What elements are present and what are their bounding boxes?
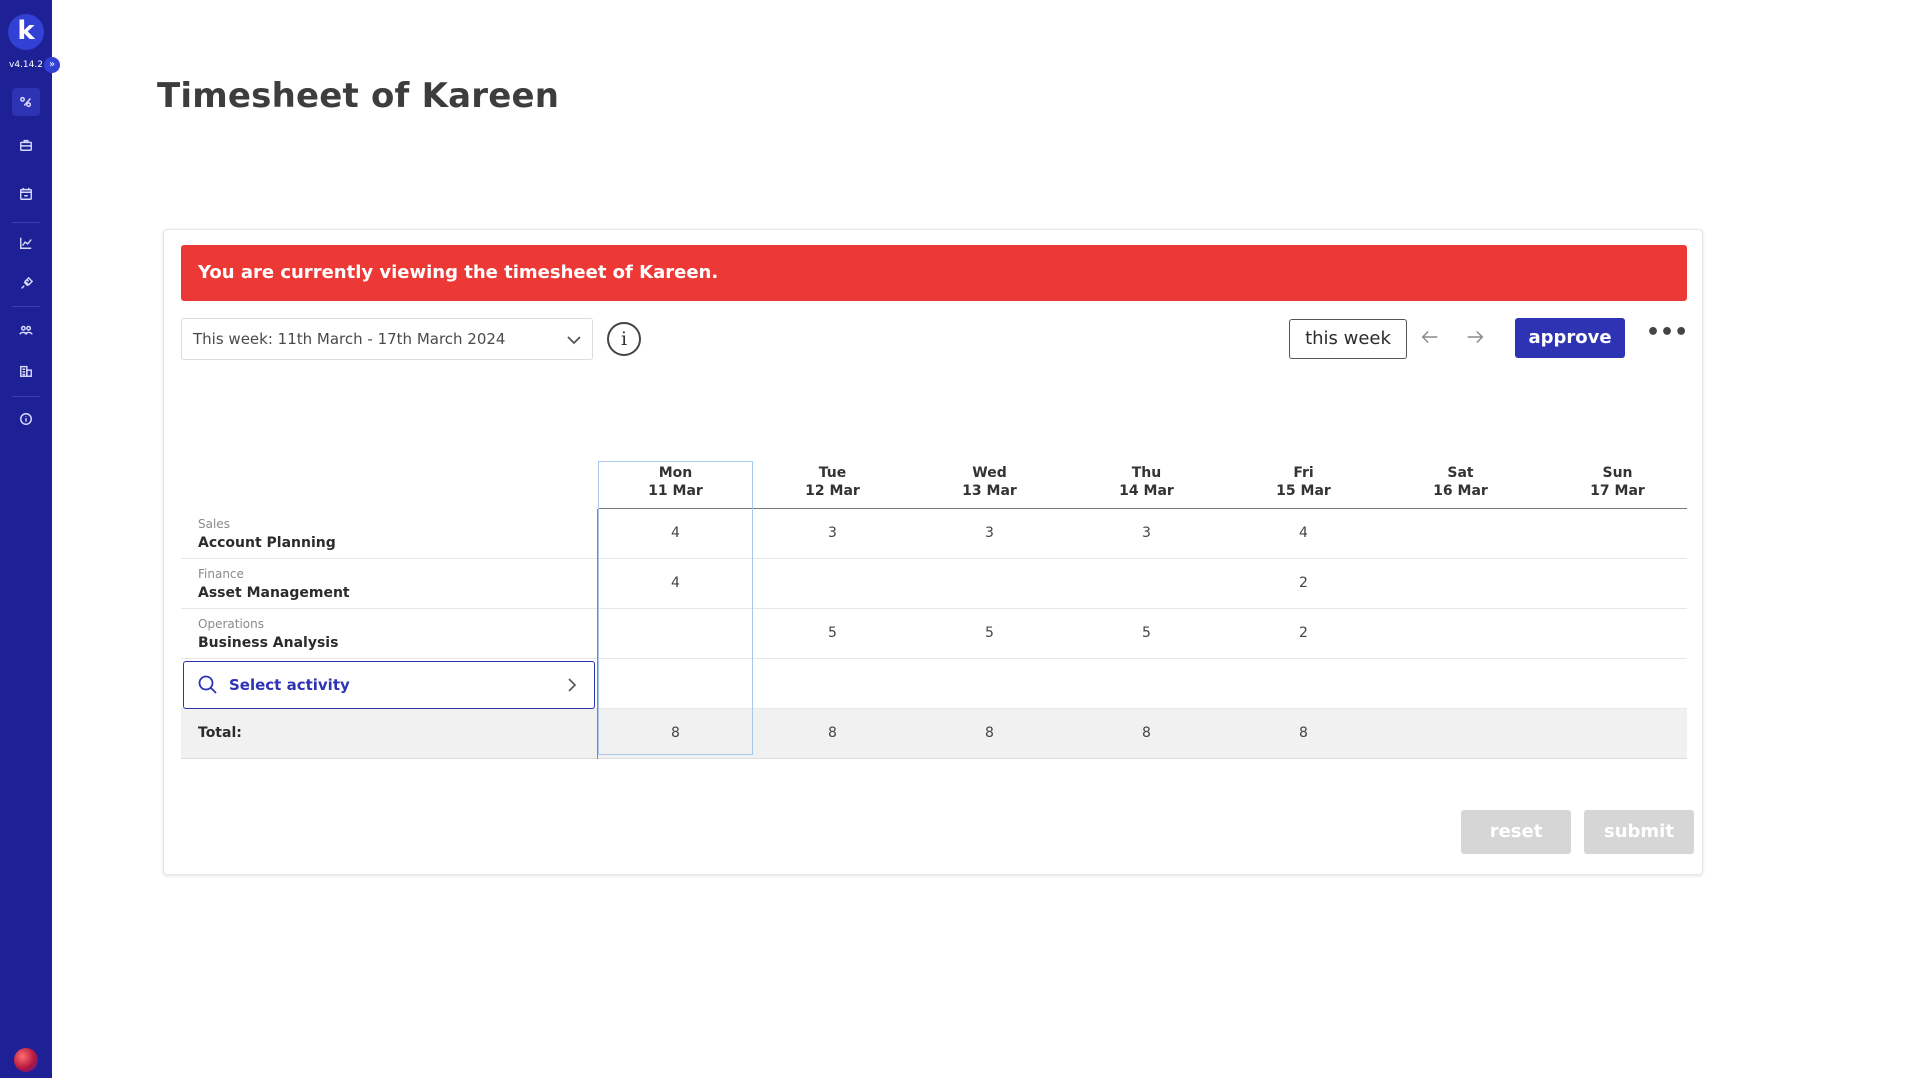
activity-category: Operations [198, 617, 264, 631]
briefcase-icon [20, 139, 32, 151]
total-cell: 8 [671, 725, 680, 741]
approve-button[interactable]: approve [1515, 318, 1625, 358]
day-name: Tue [818, 465, 847, 481]
day-header-thu: Thu 14 Mar [1069, 464, 1224, 500]
day-date: 12 Mar [805, 483, 860, 499]
expand-sidebar-icon[interactable]: » [44, 57, 60, 73]
day-name: Mon [658, 465, 693, 481]
app-logo[interactable]: k [8, 14, 44, 50]
day-name: Sun [1602, 465, 1633, 481]
hours-cell[interactable]: 4 [598, 575, 753, 591]
day-name: Fri [1293, 465, 1314, 481]
hours-cell[interactable]: 2 [1226, 625, 1381, 641]
calendar-icon [20, 187, 32, 200]
table-row: Operations Business Analysis 5 5 5 2 [181, 609, 1687, 659]
previous-week-button[interactable] [1419, 326, 1445, 352]
day-header-fri: Fri 15 Mar [1226, 464, 1381, 500]
sidebar: k v4.14.2 » [0, 0, 60, 1078]
total-cell: 8 [985, 725, 994, 741]
activity-category: Sales [198, 517, 230, 531]
total-cell: 8 [828, 725, 837, 741]
hours-cell[interactable]: 3 [755, 525, 910, 541]
chevron-down-icon [567, 336, 581, 345]
sidebar-item-team[interactable] [12, 316, 40, 344]
sidebar-item-reports[interactable] [12, 229, 40, 257]
sidebar-divider [12, 396, 40, 397]
info-icon [20, 413, 32, 425]
day-name: Wed [972, 465, 1007, 481]
day-date: 17 Mar [1590, 483, 1645, 499]
arrow-right-icon [1467, 330, 1484, 344]
user-avatar[interactable] [14, 1048, 38, 1072]
hours-cell[interactable]: 2 [1226, 575, 1381, 591]
viewing-alert-banner: You are currently viewing the timesheet … [181, 245, 1687, 301]
total-label: Total: [198, 725, 242, 741]
total-row: Total: 8 8 8 8 8 [181, 709, 1687, 759]
column-divider [597, 609, 598, 659]
chart-icon [20, 237, 32, 249]
select-activity-row: Select activity [181, 659, 1687, 709]
select-activity-label: Select activity [229, 676, 350, 694]
column-divider [597, 659, 598, 709]
sidebar-item-timesheet[interactable] [12, 180, 40, 208]
activity-name: Asset Management [198, 585, 350, 601]
select-activity-button[interactable]: Select activity [183, 661, 595, 709]
day-header-wed: Wed 13 Mar [912, 464, 1067, 500]
week-select-dropdown[interactable]: This week: 11th March - 17th March 2024 [181, 318, 593, 360]
hours-cell[interactable]: 5 [912, 625, 1067, 641]
app-version: v4.14.2 [9, 60, 43, 70]
week-select-value: This week: 11th March - 17th March 2024 [193, 330, 506, 348]
day-header-mon: Mon 11 Mar [598, 464, 753, 500]
hours-cell[interactable]: 5 [755, 625, 910, 641]
day-date: 15 Mar [1276, 483, 1331, 499]
total-cell: 8 [1299, 725, 1308, 741]
plugin-icon [21, 277, 33, 289]
activities-icon [20, 96, 32, 108]
day-date: 13 Mar [962, 483, 1017, 499]
sidebar-item-projects[interactable] [12, 131, 40, 159]
arrow-left-icon [1421, 330, 1438, 344]
sidebar-item-activities[interactable] [12, 88, 40, 116]
hours-cell[interactable]: 4 [1226, 525, 1381, 541]
day-header-tue: Tue 12 Mar [755, 464, 910, 500]
hours-cell[interactable]: 3 [912, 525, 1067, 541]
sidebar-divider [12, 306, 40, 307]
timesheet-card: You are currently viewing the timesheet … [163, 229, 1703, 875]
search-icon [198, 675, 217, 694]
table-row: Sales Account Planning 4 3 3 3 4 [181, 509, 1687, 559]
team-icon [19, 325, 33, 335]
hours-cell[interactable]: 4 [598, 525, 753, 541]
next-week-button[interactable] [1464, 326, 1490, 352]
day-name: Sat [1447, 465, 1474, 481]
sidebar-divider [12, 222, 40, 223]
page-title: Timesheet of Kareen [157, 76, 560, 116]
day-date: 11 Mar [648, 483, 703, 499]
activity-name: Account Planning [198, 535, 336, 551]
info-button[interactable]: i [607, 322, 641, 356]
submit-button[interactable]: submit [1584, 810, 1694, 854]
day-date: 14 Mar [1119, 483, 1174, 499]
sidebar-item-integrations[interactable] [12, 270, 40, 298]
activity-category: Finance [198, 567, 244, 581]
day-header-sat: Sat 16 Mar [1383, 464, 1538, 500]
day-name: Thu [1131, 465, 1162, 481]
sidebar-item-company[interactable] [12, 357, 40, 385]
reset-button[interactable]: reset [1461, 810, 1571, 854]
chevron-right-icon [568, 678, 577, 692]
building-icon [20, 365, 32, 377]
day-header-sun: Sun 17 Mar [1540, 464, 1695, 500]
sidebar-item-about[interactable] [12, 405, 40, 433]
more-options-button[interactable]: ••• [1646, 320, 1688, 354]
hours-cell[interactable]: 3 [1069, 525, 1224, 541]
hours-cell[interactable]: 5 [1069, 625, 1224, 641]
activity-name: Business Analysis [198, 635, 339, 651]
total-cell: 8 [1142, 725, 1151, 741]
day-date: 16 Mar [1433, 483, 1488, 499]
table-row: Finance Asset Management 4 2 [181, 559, 1687, 609]
this-week-button[interactable]: this week [1289, 319, 1407, 359]
